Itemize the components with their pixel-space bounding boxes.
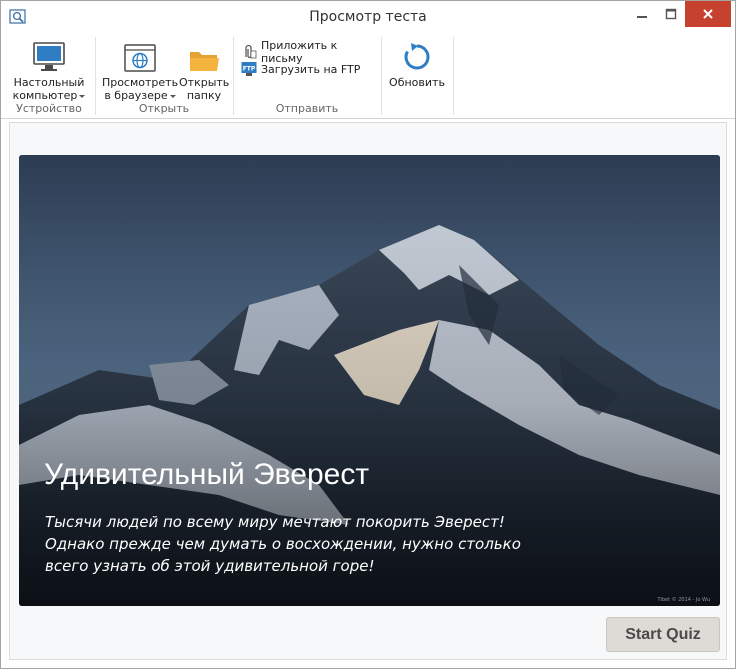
refresh-label: Обновить [389, 76, 445, 89]
desktop-button-line2: компьютер [12, 89, 78, 102]
title-bar: Просмотр теста [1, 1, 735, 33]
ribbon-toolbar: Настольный компьютер Устройство Просмотр… [1, 33, 735, 119]
browser-globe-icon [124, 44, 156, 72]
intro-slide: Удивительный Эверест Тысячи людей по все… [19, 155, 720, 606]
svg-text:FTP: FTP [243, 66, 256, 73]
browser-button-line1: Просмотреть [101, 76, 179, 89]
send-group-label: Отправить [275, 102, 339, 115]
minimize-button[interactable] [627, 1, 657, 27]
ribbon-divider [233, 37, 234, 115]
open-in-browser-button[interactable]: Просмотреть в браузере [101, 37, 179, 102]
device-group-label: Устройство [16, 102, 82, 115]
desktop-device-button[interactable]: Настольный компьютер [11, 37, 87, 102]
maximize-icon [665, 8, 677, 20]
ribbon-group-open: Просмотреть в браузере Открыть папку Отк… [97, 35, 231, 117]
ribbon-group-device: Настольный компьютер Устройство [5, 35, 93, 117]
photo-credit: Tibet © 2014 - Jo Wu [657, 597, 710, 603]
window-title: Просмотр теста [309, 9, 427, 25]
close-icon [703, 9, 713, 19]
paperclip-icon [245, 44, 257, 59]
folder-icon [190, 52, 219, 71]
open-folder-button[interactable]: Открыть папку [179, 37, 229, 102]
ribbon-divider [381, 37, 382, 115]
maximize-button[interactable] [657, 1, 685, 27]
open-group-label: Открыть [138, 102, 190, 115]
chevron-down-icon [169, 94, 176, 98]
start-quiz-button[interactable]: Start Quiz [606, 617, 720, 652]
upload-ftp-button[interactable]: FTP Загрузить на FTP [241, 61, 360, 77]
refresh-icon [404, 43, 430, 70]
desktop-button-line1: Настольный [13, 76, 85, 89]
close-button[interactable] [685, 1, 731, 27]
ribbon-divider [95, 37, 96, 115]
folder-button-line1: Открыть [179, 76, 230, 89]
refresh-button[interactable]: Обновить [385, 37, 449, 89]
ftp-icon: FTP [241, 62, 257, 76]
app-window: Просмотр теста Настольный компьютер Устр… [0, 0, 736, 669]
ftp-label: Загрузить на FTP [261, 62, 361, 76]
browser-button-line2: в браузере [104, 89, 168, 102]
minimize-icon [637, 16, 647, 18]
ribbon-group-send: Приложить к письму FTP Загрузить на FTP … [235, 35, 379, 117]
ribbon-divider [453, 37, 454, 115]
chevron-down-icon [79, 94, 86, 98]
folder-button-line2: папку [186, 89, 222, 102]
slide-description: Тысячи людей по всему миру мечтают покор… [45, 513, 521, 575]
preview-area: Удивительный Эверест Тысячи людей по все… [9, 122, 727, 660]
slide-title: Удивительный Эверест [44, 458, 370, 491]
ribbon-group-refresh: Обновить [383, 35, 451, 117]
monitor-icon [33, 42, 65, 71]
